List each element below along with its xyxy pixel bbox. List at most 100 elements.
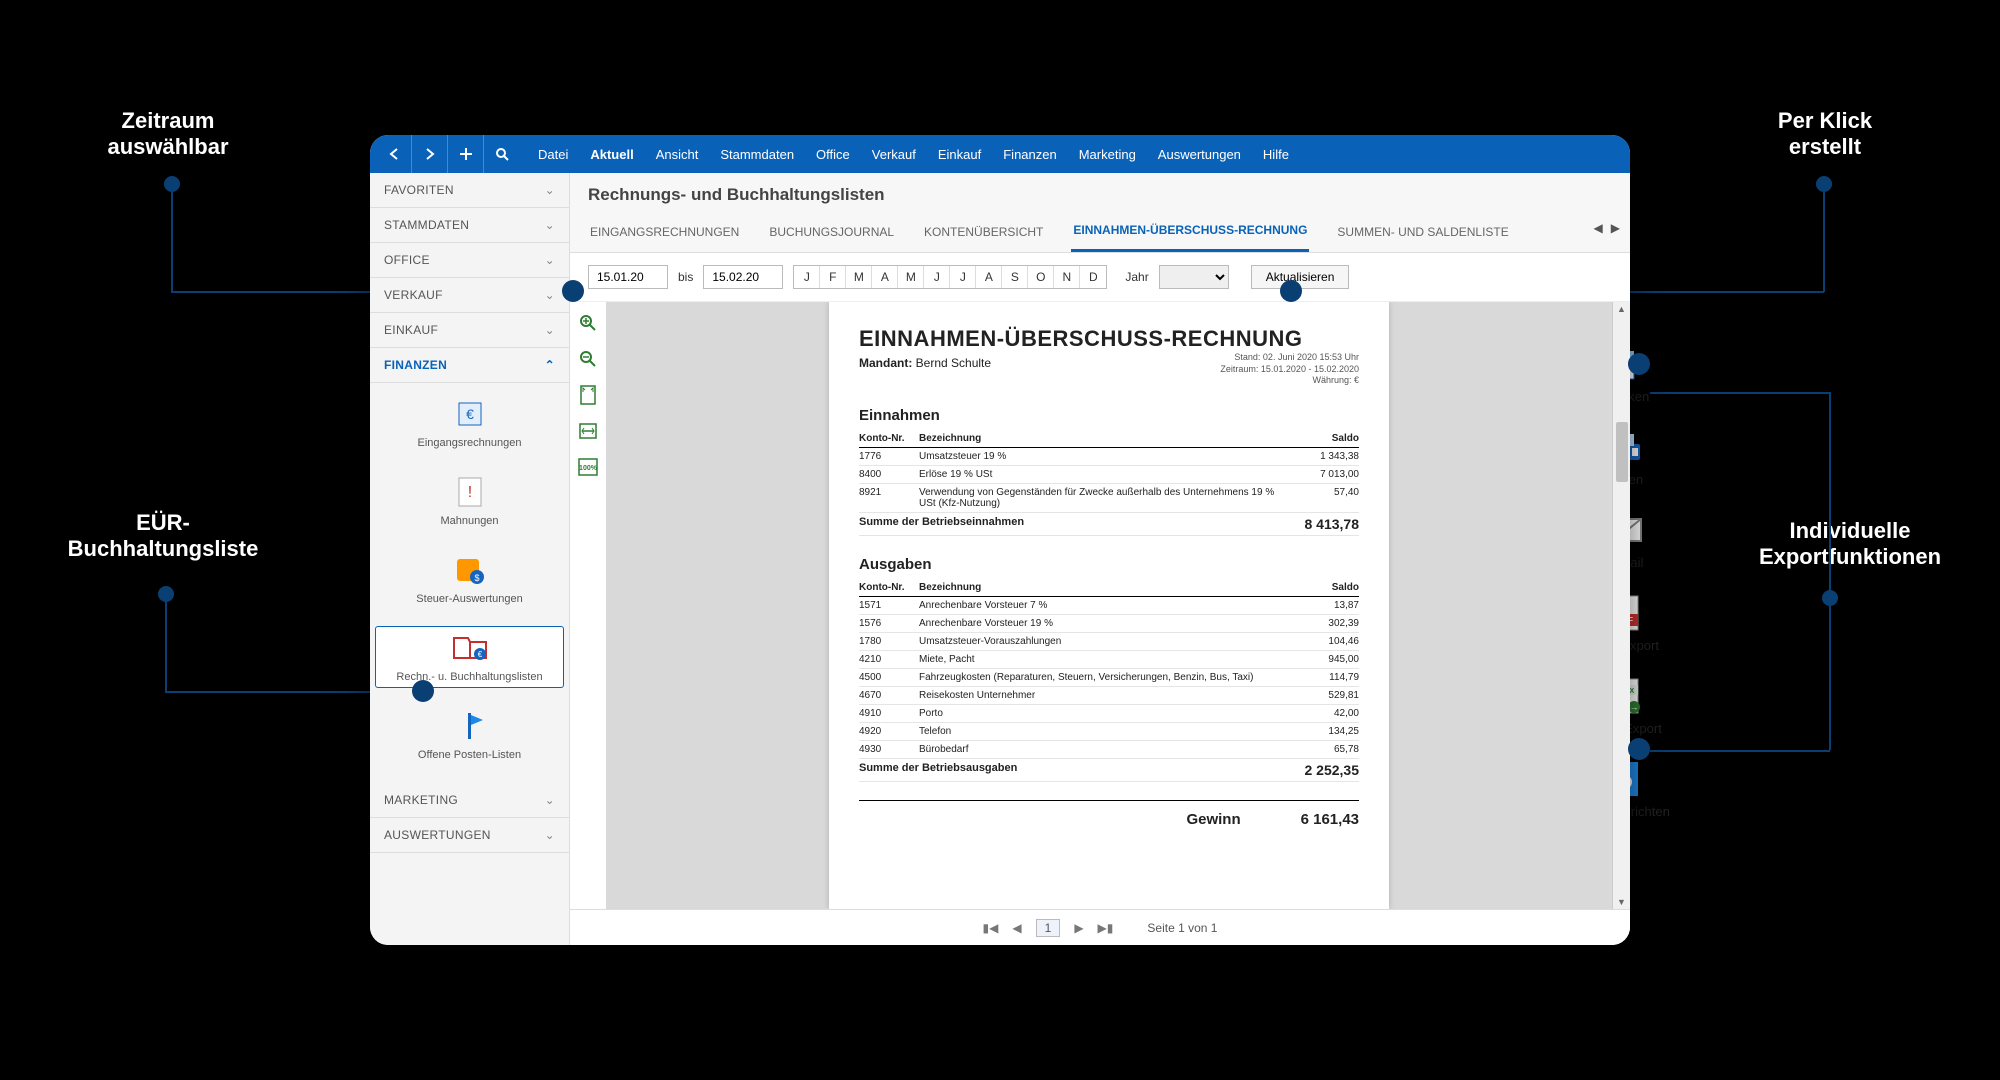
report-title: EINNAHMEN-ÜBERSCHUSS-RECHNUNG (859, 326, 1359, 352)
svg-text:!: ! (467, 484, 471, 501)
month-btn-6[interactable]: J (924, 266, 950, 288)
svg-text:100%: 100% (579, 465, 598, 472)
einnahmen-sum-label: Summe der Betriebseinnahmen (859, 513, 1279, 536)
month-btn-5[interactable]: M (898, 266, 924, 288)
anchor-dot (1280, 280, 1302, 302)
ausgaben-sum-label: Summe der Betriebsausgaben (859, 759, 1279, 782)
page-title: Rechnungs- und Buchhaltungslisten (570, 173, 1630, 213)
tabs-scroll-right[interactable]: ▶ (1611, 221, 1620, 235)
sidebar-item-label: Eingangsrechnungen (418, 437, 522, 449)
table-row: 4910Porto42,00 (859, 705, 1359, 723)
callout-line (1823, 192, 1825, 292)
sidebar-section-marketing[interactable]: MARKETING⌄ (370, 783, 569, 818)
sidebar-section-office[interactable]: OFFICE⌄ (370, 243, 569, 278)
anchor-dot (562, 280, 584, 302)
callout-dot (164, 176, 180, 192)
month-btn-11[interactable]: N (1054, 266, 1080, 288)
back-button[interactable] (376, 135, 412, 173)
menu-item-datei[interactable]: Datei (538, 147, 568, 162)
search-button[interactable] (484, 135, 520, 173)
date-from-input[interactable] (588, 265, 668, 289)
menu-item-finanzen[interactable]: Finanzen (1003, 147, 1056, 162)
anchor-dot (1628, 738, 1650, 760)
pager-first[interactable]: ▮◀ (983, 921, 999, 935)
date-to-input[interactable] (703, 265, 783, 289)
menu-item-ansicht[interactable]: Ansicht (656, 147, 699, 162)
sidebar-section-einkauf[interactable]: EINKAUF⌄ (370, 313, 569, 348)
menu-item-auswertungen[interactable]: Auswertungen (1158, 147, 1241, 162)
tab-einnahmen-berschuss-rechnung[interactable]: EINNAHMEN-ÜBERSCHUSS-RECHNUNG (1071, 213, 1309, 252)
bis-label: bis (678, 270, 693, 284)
ausgaben-sum: 2 252,35 (1279, 759, 1359, 782)
table-row: 8921Verwendung von Gegenständen für Zwec… (859, 484, 1359, 513)
nav-buttons (370, 135, 526, 173)
month-btn-8[interactable]: A (976, 266, 1002, 288)
table-row: 1780Umsatzsteuer-Vorauszahlungen104,46 (859, 633, 1359, 651)
pager-next[interactable]: ▶ (1074, 921, 1083, 935)
table-row: 4500Fahrzeugkosten (Reparaturen, Steuern… (859, 669, 1359, 687)
tab-buchungsjournal[interactable]: BUCHUNGSJOURNAL (767, 215, 896, 251)
tab-eingangsrechnungen[interactable]: EINGANGSRECHNUNGEN (588, 215, 741, 251)
svg-text:→: → (1629, 702, 1638, 712)
menu-item-hilfe[interactable]: Hilfe (1263, 147, 1289, 162)
callout-timespan: Zeitraum auswählbar (78, 108, 258, 160)
zoom-in-icon[interactable] (577, 312, 599, 334)
tab-summen-und-saldenliste[interactable]: SUMMEN- UND SALDENLISTE (1335, 215, 1510, 251)
sidebar-section-favoriten[interactable]: FAVORITEN⌄ (370, 173, 569, 208)
pager-page[interactable]: 1 (1036, 919, 1061, 937)
sidebar-item-euro[interactable]: € Eingangsrechnungen (376, 393, 563, 453)
anchor-dot (1628, 353, 1650, 375)
callout-export: Individuelle Exportfunktionen (1740, 518, 1960, 570)
sidebar: FAVORITEN⌄STAMMDATEN⌄OFFICE⌄VERKAUF⌄EINK… (370, 173, 570, 945)
sidebar-item-label: Offene Posten-Listen (418, 749, 521, 761)
table-row: 4210Miete, Pacht945,00 (859, 651, 1359, 669)
month-btn-2[interactable]: F (820, 266, 846, 288)
month-btn-10[interactable]: O (1028, 266, 1054, 288)
svg-text:€: € (466, 406, 474, 422)
month-btn-4[interactable]: A (872, 266, 898, 288)
fit-width-icon[interactable] (577, 420, 599, 442)
zoom-100-icon[interactable]: 100% (577, 456, 599, 478)
col-konto: Konto-Nr. (859, 579, 919, 597)
menu-item-verkauf[interactable]: Verkauf (872, 147, 916, 162)
tab-konten-bersicht[interactable]: KONTENÜBERSICHT (922, 215, 1045, 251)
ausgaben-table: Konto-Nr. Bezeichnung Saldo 1571Anrechen… (859, 579, 1359, 782)
menu-item-einkauf[interactable]: Einkauf (938, 147, 981, 162)
sidebar-item-tax[interactable]: $Steuer-Auswertungen (376, 549, 563, 609)
top-menubar: Datei Aktuell Ansicht Stammdaten Office Verka… (370, 135, 1630, 173)
sidebar-section-auswertungen[interactable]: AUSWERTUNGEN⌄ (370, 818, 569, 853)
fit-page-icon[interactable] (577, 384, 599, 406)
month-btn-7[interactable]: J (950, 266, 976, 288)
menu-item-aktuell[interactable]: Aktuell (590, 147, 633, 162)
sidebar-item-flag[interactable]: Offene Posten-Listen (376, 705, 563, 765)
app-window: Datei Aktuell Ansicht Stammdaten Office Verka… (370, 135, 1630, 945)
month-btn-9[interactable]: S (1002, 266, 1028, 288)
svg-text:$: $ (474, 573, 479, 583)
pager-prev[interactable]: ◀ (1012, 921, 1021, 935)
pager-last[interactable]: ▶▮ (1098, 921, 1114, 935)
sidebar-section-verkauf[interactable]: VERKAUF⌄ (370, 278, 569, 313)
sidebar-section-stammdaten[interactable]: STAMMDATEN⌄ (370, 208, 569, 243)
filter-row: bis JFMAMJJASOND Jahr Aktualisieren (570, 253, 1630, 302)
menu-item-stammdaten[interactable]: Stammdaten (720, 147, 794, 162)
sidebar-item-book[interactable]: €Rechn.- u. Buchhaltungslisten (376, 627, 563, 687)
year-select[interactable] (1159, 265, 1229, 289)
tabs-scroll-left[interactable]: ◀ (1594, 221, 1603, 235)
scrollbar-thumb[interactable] (1616, 422, 1628, 482)
month-btn-1[interactable]: J (794, 266, 820, 288)
sidebar-item-warn[interactable]: !Mahnungen (376, 471, 563, 531)
sidebar-section-finanzen[interactable]: FINANZEN⌃ (370, 348, 569, 383)
vertical-scrollbar[interactable] (1612, 302, 1630, 909)
callout-line (165, 602, 167, 692)
forward-button[interactable] (412, 135, 448, 173)
svg-text:€: € (477, 650, 482, 659)
menu-item-marketing[interactable]: Marketing (1079, 147, 1136, 162)
menu-item-office[interactable]: Office (816, 147, 850, 162)
tax-icon: $ (450, 553, 490, 587)
col-bez: Bezeichnung (919, 430, 1279, 448)
add-button[interactable] (448, 135, 484, 173)
month-btn-12[interactable]: D (1080, 266, 1106, 288)
report-viewport[interactable]: EINNAHMEN-ÜBERSCHUSS-RECHNUNG Mandant: B… (606, 302, 1612, 909)
month-btn-3[interactable]: M (846, 266, 872, 288)
zoom-out-icon[interactable] (577, 348, 599, 370)
